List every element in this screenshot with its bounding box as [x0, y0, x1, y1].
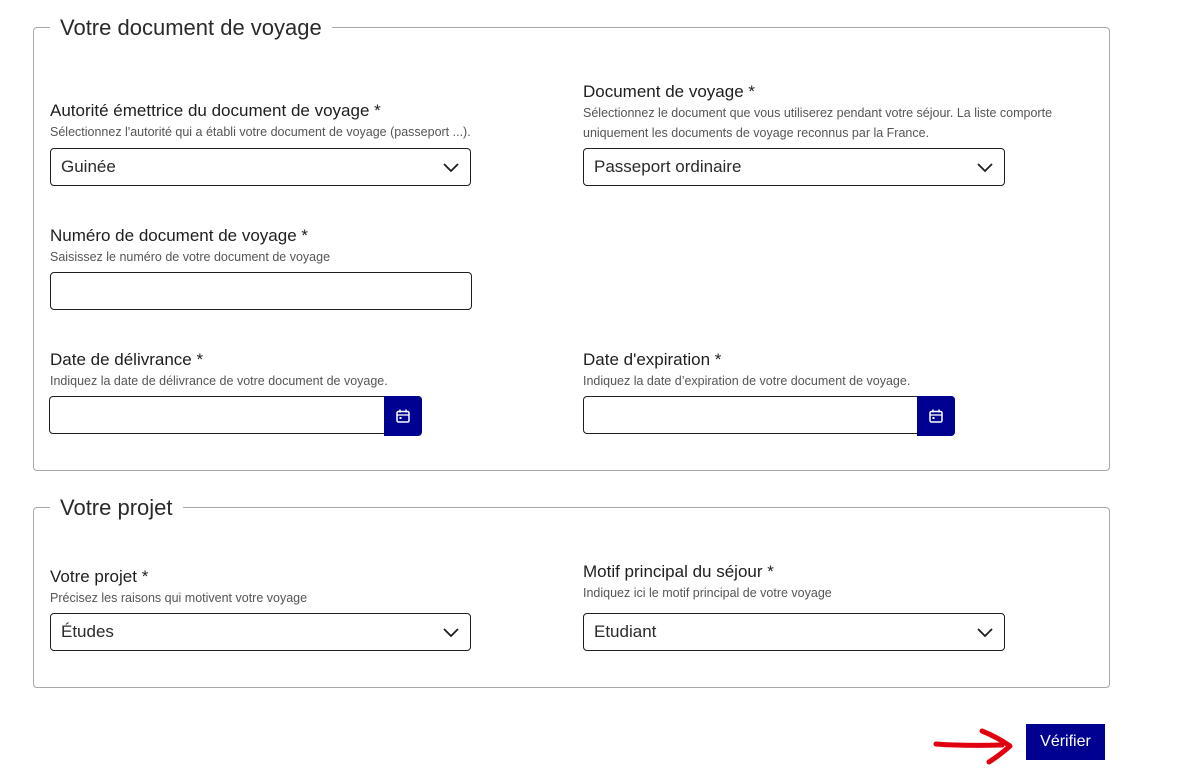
required-mark: * [374, 101, 381, 120]
expiry-date-input[interactable] [583, 396, 955, 436]
document-type-hint-line2: uniquement les documents de voyage recon… [583, 126, 930, 140]
document-type-hint-line1: Sélectionnez le document que vous utilis… [583, 106, 1053, 120]
document-number-hint: Saisissez le numéro de votre document de… [50, 250, 331, 264]
issuer-label: Autorité émettrice du document de voyage [50, 101, 370, 120]
document-type-label: Document de voyage [583, 82, 744, 101]
chevron-down-icon [443, 628, 459, 638]
chevron-down-icon [977, 628, 993, 638]
project-value: Études [61, 622, 114, 641]
document-number-label: Numéro de document de voyage [50, 226, 297, 245]
issuer-hint: Sélectionnez l'autorité qui a établi vot… [50, 125, 471, 139]
required-mark: * [767, 562, 774, 581]
issue-date-field: Date de délivrance * Indiquez la date de… [50, 350, 388, 391]
stay-reason-field: Motif principal du séjour * Indiquez ici… [583, 562, 832, 603]
stay-reason-label: Motif principal du séjour [583, 562, 763, 581]
required-mark: * [141, 567, 149, 586]
issuer-field: Autorité émettrice du document de voyage… [50, 101, 471, 142]
document-type-value: Passeport ordinaire [594, 157, 742, 176]
verify-button[interactable]: Vérifier [1026, 724, 1105, 760]
issue-date-label: Date de délivrance [50, 350, 192, 369]
project-hint: Précisez les raisons qui motivent votre … [50, 591, 308, 605]
required-mark: * [714, 350, 722, 369]
required-mark: * [196, 350, 204, 369]
calendar-icon [396, 409, 410, 423]
form-page: Votre document de voyage Autorité émettr… [0, 0, 1181, 773]
red-arrow-icon [933, 728, 1013, 765]
issuer-value: Guinée [61, 157, 116, 176]
travel-document-legend: Votre document de voyage [50, 16, 332, 40]
issue-date-hint: Indiquez la date de délivrance de votre … [50, 374, 388, 388]
stay-reason-hint: Indiquez ici le motif principal de votre… [583, 586, 832, 600]
expiry-date-calendar-button[interactable] [917, 396, 955, 436]
document-type-field: Document de voyage * Sélectionnez le doc… [583, 82, 1052, 143]
chevron-down-icon [443, 163, 459, 173]
project-field: Votre projet * Précisez les raisons qui … [50, 567, 307, 608]
calendar-icon [929, 409, 943, 423]
issue-date-calendar-button[interactable] [384, 396, 422, 436]
project-legend: Votre projet [50, 496, 183, 520]
issuer-select[interactable]: Guinée [50, 148, 471, 186]
stay-reason-value: Etudiant [594, 622, 657, 641]
expiry-date-label: Date d'expiration [583, 350, 711, 369]
document-number-input[interactable] [50, 272, 472, 310]
chevron-down-icon [977, 163, 993, 173]
required-mark: * [301, 226, 309, 245]
document-type-select[interactable]: Passeport ordinaire [583, 148, 1005, 186]
stay-reason-select[interactable]: Etudiant [583, 613, 1005, 651]
project-label: Votre projet [50, 567, 137, 586]
expiry-date-hint: Indiquez la date d’expiration de votre d… [583, 374, 911, 388]
document-number-field: Numéro de document de voyage * Saisissez… [50, 226, 330, 267]
issue-date-input[interactable] [49, 396, 422, 436]
required-mark: * [748, 82, 756, 101]
expiry-date-field: Date d'expiration * Indiquez la date d’e… [583, 350, 910, 391]
project-select[interactable]: Études [50, 613, 471, 651]
